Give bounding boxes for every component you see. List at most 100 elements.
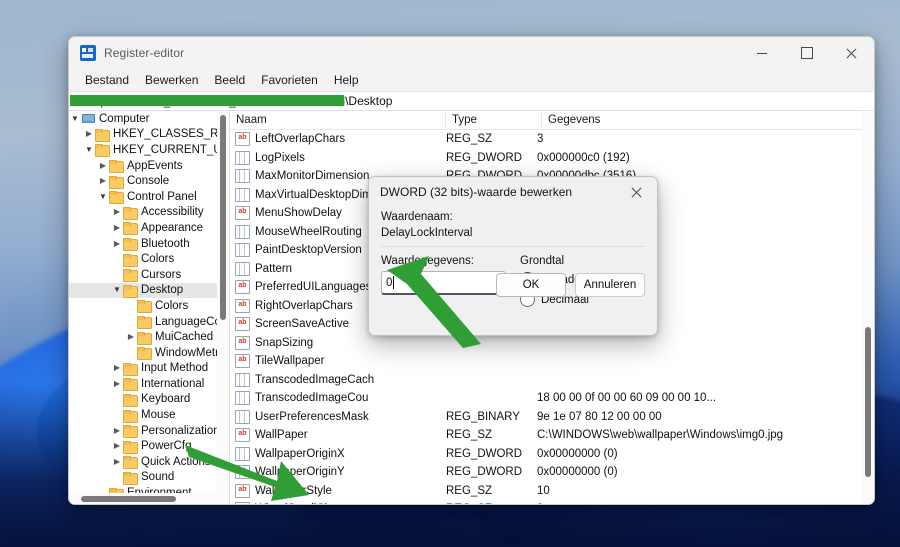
chevron-right-icon[interactable]: ▶ bbox=[111, 364, 123, 372]
table-row[interactable]: UserPreferencesMask REG_BINARY 9e 1e 07 80… bbox=[230, 408, 874, 427]
tree-node-windowmetrics[interactable]: WindowMetrics bbox=[69, 345, 229, 361]
tree-node-hkey-classes-root[interactable]: ▶ HKEY_CLASSES_ROOT bbox=[69, 127, 229, 143]
chevron-right-icon[interactable]: ▶ bbox=[111, 442, 123, 450]
value-name-cell: WallpaperOriginX bbox=[230, 446, 445, 461]
table-row[interactable]: WallpaperOriginX REG_DWORD 0x00000000 (0) bbox=[230, 445, 874, 464]
column-header-data[interactable]: Gegevens bbox=[542, 111, 874, 129]
base-group-label: Grondtal bbox=[520, 255, 565, 267]
registry-tree-list: ▼ Computer ▶ HKEY_CLASSES_ROOT ▼ HKEY_CURRENT… bbox=[69, 111, 229, 504]
tree-node-powercfg[interactable]: ▶ PowerCfg bbox=[69, 438, 229, 454]
dialog-title-bar[interactable]: DWORD (32 bits)-waarde bewerken bbox=[369, 177, 657, 207]
value-name-label: Waardenaam: bbox=[381, 211, 453, 223]
dialog-body: Waardenaam: DelayLockInterval Waardegege… bbox=[369, 207, 657, 307]
chevron-down-icon[interactable]: ▼ bbox=[69, 114, 81, 123]
table-row[interactable]: ab WheelScrollChars REG_SZ3 bbox=[230, 500, 874, 504]
tree-node-bluetooth[interactable]: ▶ Bluetooth bbox=[69, 236, 229, 252]
tree-horizontal-scrollbar[interactable] bbox=[69, 493, 229, 504]
ok-button[interactable]: OK bbox=[496, 273, 566, 297]
value-data-input[interactable]: 0 bbox=[381, 271, 506, 295]
tree-node-label: Personalization bbox=[141, 424, 220, 437]
values-vertical-scrollbar[interactable] bbox=[862, 111, 874, 504]
window-controls bbox=[739, 37, 874, 69]
tree-node-appearance[interactable]: ▶ Appearance bbox=[69, 220, 229, 236]
dialog-close-button[interactable] bbox=[615, 177, 657, 207]
chevron-right-icon[interactable]: ▶ bbox=[111, 379, 123, 388]
tree-node-colors[interactable]: Colors bbox=[69, 298, 229, 314]
folder-icon bbox=[123, 409, 138, 423]
window-title-bar[interactable]: Register-editor bbox=[69, 37, 874, 69]
table-row[interactable]: ab WallpaperStyle REG_SZ 10 bbox=[230, 482, 874, 501]
tree-node-languageconfigura[interactable]: LanguageConfigura bbox=[69, 314, 229, 330]
tree-node-personalization[interactable]: ▶ Personalization bbox=[69, 423, 229, 439]
values-vscroll-thumb[interactable] bbox=[865, 327, 871, 477]
column-header-name[interactable]: Naam bbox=[230, 111, 446, 129]
menu-item-bestand[interactable]: Bestand bbox=[77, 71, 137, 89]
value-name-text: Pattern bbox=[255, 262, 293, 275]
table-row[interactable]: TranscodedImageCach bbox=[230, 371, 874, 390]
chevron-right-icon[interactable]: ▶ bbox=[97, 161, 109, 170]
tree-node-desktop[interactable]: ▼ Desktop bbox=[69, 282, 229, 299]
tree-node-input-method[interactable]: ▶ Input Method bbox=[69, 361, 229, 377]
tree-node-international[interactable]: ▶ International bbox=[69, 376, 229, 392]
value-name-text: DelayLockInterval bbox=[381, 227, 473, 239]
tree-hscroll-thumb[interactable] bbox=[81, 496, 176, 502]
table-row[interactable]: ab SnapSizing bbox=[230, 334, 874, 353]
tree-node-cursors[interactable]: Cursors bbox=[69, 267, 229, 283]
chevron-right-icon[interactable]: ▶ bbox=[111, 426, 123, 435]
table-row[interactable]: TranscodedImageCou 18 00 00 0f 00 00 60 0… bbox=[230, 389, 874, 408]
folder-icon bbox=[109, 191, 124, 205]
tree-node-colors[interactable]: Colors bbox=[69, 251, 229, 267]
menu-item-bewerken[interactable]: Bewerken bbox=[137, 71, 206, 89]
tree-node-hkey-current-user[interactable]: ▼ HKEY_CURRENT_USER bbox=[69, 142, 229, 158]
table-row[interactable]: ab LeftOverlapChars REG_SZ 3 bbox=[230, 130, 874, 149]
value-name-text: WheelScrollChars bbox=[255, 503, 347, 504]
table-row[interactable]: LogPixels REG_DWORD 0x000000c0 (192) bbox=[230, 149, 874, 168]
dword-value-icon bbox=[235, 465, 250, 480]
tree-node-label: Input Method bbox=[141, 362, 209, 375]
folder-icon bbox=[123, 425, 138, 439]
chevron-right-icon[interactable]: ▶ bbox=[111, 457, 123, 466]
column-header-type[interactable]: Type bbox=[446, 111, 542, 129]
table-row[interactable]: ab TileWallpaper bbox=[230, 352, 874, 371]
chevron-right-icon[interactable]: ▶ bbox=[83, 130, 95, 138]
tree-node-accessibility[interactable]: ▶ Accessibility bbox=[69, 205, 229, 221]
registry-tree-pane[interactable]: ▼ Computer ▶ HKEY_CLASSES_ROOT ▼ HKEY_CURRENT… bbox=[69, 111, 230, 504]
menu-item-help[interactable]: Help bbox=[326, 71, 367, 89]
tree-node-sound[interactable]: Sound bbox=[69, 470, 229, 486]
chevron-down-icon[interactable]: ▼ bbox=[97, 192, 109, 201]
close-button[interactable] bbox=[829, 37, 874, 69]
dword-value-icon bbox=[235, 446, 250, 461]
cancel-button[interactable]: Annuleren bbox=[575, 273, 645, 297]
table-row[interactable]: WallpaperOriginY REG_DWORD 0x00000000 (0) bbox=[230, 463, 874, 482]
menu-bar: Bestand Bewerken Beeld Favorieten Help bbox=[69, 69, 874, 91]
menu-item-beeld[interactable]: Beeld bbox=[206, 71, 253, 89]
tree-node-muicached[interactable]: ▶ MuiCached bbox=[69, 329, 229, 345]
value-type-cell: REG_SZ bbox=[446, 429, 493, 442]
chevron-right-icon[interactable]: ▶ bbox=[125, 333, 137, 341]
chevron-right-icon[interactable]: ▶ bbox=[111, 223, 123, 232]
tree-vscroll-thumb[interactable] bbox=[220, 115, 226, 320]
chevron-right-icon[interactable]: ▶ bbox=[111, 239, 123, 248]
tree-node-console[interactable]: ▶ Console bbox=[69, 173, 229, 189]
tree-node-label: AppEvents bbox=[127, 159, 183, 172]
chevron-right-icon[interactable]: ▶ bbox=[97, 177, 109, 185]
folder-icon bbox=[123, 362, 138, 376]
value-name-cell: ab LeftOverlapChars bbox=[230, 132, 445, 147]
tree-node-computer[interactable]: ▼ Computer bbox=[69, 111, 229, 127]
chevron-down-icon[interactable]: ▼ bbox=[83, 145, 95, 154]
maximize-button[interactable] bbox=[784, 37, 829, 69]
tree-node-label: Computer bbox=[99, 112, 150, 125]
chevron-right-icon[interactable]: ▶ bbox=[111, 208, 123, 216]
menu-item-favorieten[interactable]: Favorieten bbox=[253, 71, 326, 89]
chevron-down-icon[interactable]: ▼ bbox=[111, 286, 123, 294]
tree-node-mouse[interactable]: Mouse bbox=[69, 407, 229, 423]
tree-node-quick-actions[interactable]: ▶ Quick Actions bbox=[69, 454, 229, 470]
tree-node-keyboard[interactable]: Keyboard bbox=[69, 392, 229, 408]
tree-node-control-panel[interactable]: ▼ Control Panel bbox=[69, 189, 229, 205]
folder-icon bbox=[123, 456, 138, 470]
table-row[interactable]: ab WallPaper REG_SZ C:\WINDOWS\web\wallpape… bbox=[230, 426, 874, 445]
tree-node-appevents[interactable]: ▶ AppEvents bbox=[69, 158, 229, 174]
tree-vertical-scrollbar[interactable] bbox=[217, 111, 229, 504]
minimize-button[interactable] bbox=[739, 37, 784, 69]
value-type-cell: REG_SZ bbox=[446, 133, 493, 146]
